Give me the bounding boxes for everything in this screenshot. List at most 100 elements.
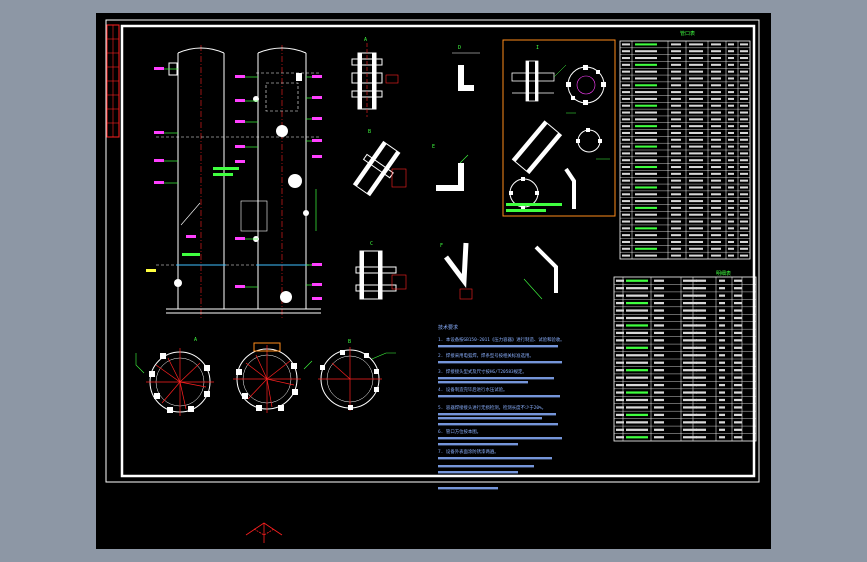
table-cell-text (719, 301, 725, 305)
table-cell-text (711, 247, 721, 250)
table-cell-text (622, 213, 630, 216)
table-cell-text (616, 279, 624, 282)
table-cell-text (719, 413, 725, 417)
table-cell-text (622, 172, 630, 175)
table-cell-text (728, 43, 734, 46)
table-cell-text (734, 376, 742, 379)
note-line: 4. 设备制造完毕后进行水压试验。 (438, 386, 507, 393)
table-cell-text (689, 186, 703, 189)
table-cell-text (740, 213, 748, 216)
table-cell-text (711, 220, 721, 223)
table-cell-text (622, 77, 630, 80)
table-cell-text (622, 193, 630, 196)
table-cell-text (616, 428, 624, 431)
table-cell-text (622, 97, 630, 100)
table-cell-text (689, 70, 703, 73)
table-cell-text (696, 398, 706, 402)
table-cell-text (740, 200, 748, 203)
table-cell-text (689, 179, 703, 182)
table-cell-text (671, 206, 681, 209)
table-cell-text (719, 383, 725, 387)
table-cell-text (689, 104, 703, 107)
table-cell-text (711, 63, 721, 66)
parts-table-title: 明细表 (716, 270, 731, 277)
table-cell-text (683, 324, 697, 327)
table-cell-text (683, 383, 697, 387)
table-cell-text (654, 287, 664, 290)
table-cell-text (711, 97, 721, 100)
table-cell-text (654, 346, 664, 349)
table-cell-text (635, 234, 657, 237)
table-cell-text (728, 234, 734, 237)
table-cell-text (626, 428, 648, 431)
table-cell-text (740, 247, 748, 250)
table-cell-text (696, 428, 706, 431)
table-cell-text (622, 227, 630, 230)
table-cell-text (635, 159, 657, 162)
table-cell-text (728, 179, 734, 182)
table-cell-text (719, 391, 725, 394)
note-line: 6. 管口方位按本图。 (438, 428, 481, 435)
table-cell-text (696, 339, 706, 342)
table-cell-text (635, 91, 657, 94)
table-cell-text (622, 200, 630, 203)
table-cell-text (671, 172, 681, 175)
table-cell-text (626, 294, 648, 297)
table-cell-text (696, 421, 706, 424)
cad-viewport[interactable]: A B A B C D E F I 管口表 明细表 技术要求 1. 本设备按GB… (96, 13, 771, 549)
table-cell-text (683, 339, 697, 342)
table-cell-text (671, 240, 681, 243)
table-cell-text (622, 138, 630, 141)
detail-label: F (440, 243, 443, 249)
table-cell-text (626, 406, 648, 409)
table-cell-text (654, 383, 664, 387)
table-cell-text (740, 206, 748, 209)
table-cell-text (740, 254, 748, 257)
table-cell-text (728, 70, 734, 73)
table-cell-text (689, 125, 703, 128)
table-cell-text (654, 279, 664, 282)
table-cell-text (740, 125, 748, 128)
table-cell-text (734, 369, 742, 372)
table-cell-text (616, 346, 624, 349)
table-cell-text (622, 118, 630, 121)
table-cell-text (616, 316, 624, 320)
table-cell-text (711, 213, 721, 216)
outer-border (105, 19, 760, 483)
table-cell-text (622, 145, 630, 148)
table-cell-text (616, 309, 624, 312)
table-cell-text (635, 131, 657, 134)
table-cell-text (635, 213, 657, 216)
table-cell-text (719, 294, 725, 297)
table-cell-text (671, 159, 681, 162)
table-cell-text (622, 57, 630, 60)
table-cell-text (654, 361, 664, 364)
table-cell-text (740, 84, 748, 87)
table-cell-text (622, 254, 630, 257)
table-cell-text (622, 234, 630, 237)
table-cell-text (728, 247, 734, 250)
table-cell-text (671, 220, 681, 223)
table-cell-text (740, 91, 748, 94)
drawing-sheet: A B A B C D E F I 管口表 明细表 技术要求 1. 本设备按GB… (105, 19, 760, 543)
table-cell-text (696, 413, 706, 417)
table-cell-text (671, 213, 681, 216)
table-cell-text (654, 354, 664, 357)
table-cell-text (740, 50, 748, 53)
table-cell-text (689, 254, 703, 257)
table-cell-text (728, 186, 734, 189)
table-cell-text (683, 331, 697, 335)
table-cell-text (671, 63, 681, 66)
table-cell-text (689, 50, 703, 53)
table-cell-text (689, 118, 703, 121)
table-cell-text (728, 63, 734, 66)
table-cell-text (734, 346, 742, 349)
table-cell-text (683, 413, 697, 417)
table-cell-text (689, 227, 703, 230)
ucs-icon (245, 522, 283, 543)
table-cell-text (689, 206, 703, 209)
table-cell-text (734, 287, 742, 290)
table-cell-text (626, 376, 648, 379)
table-cell-text (711, 179, 721, 182)
table-cell-text (719, 331, 725, 335)
